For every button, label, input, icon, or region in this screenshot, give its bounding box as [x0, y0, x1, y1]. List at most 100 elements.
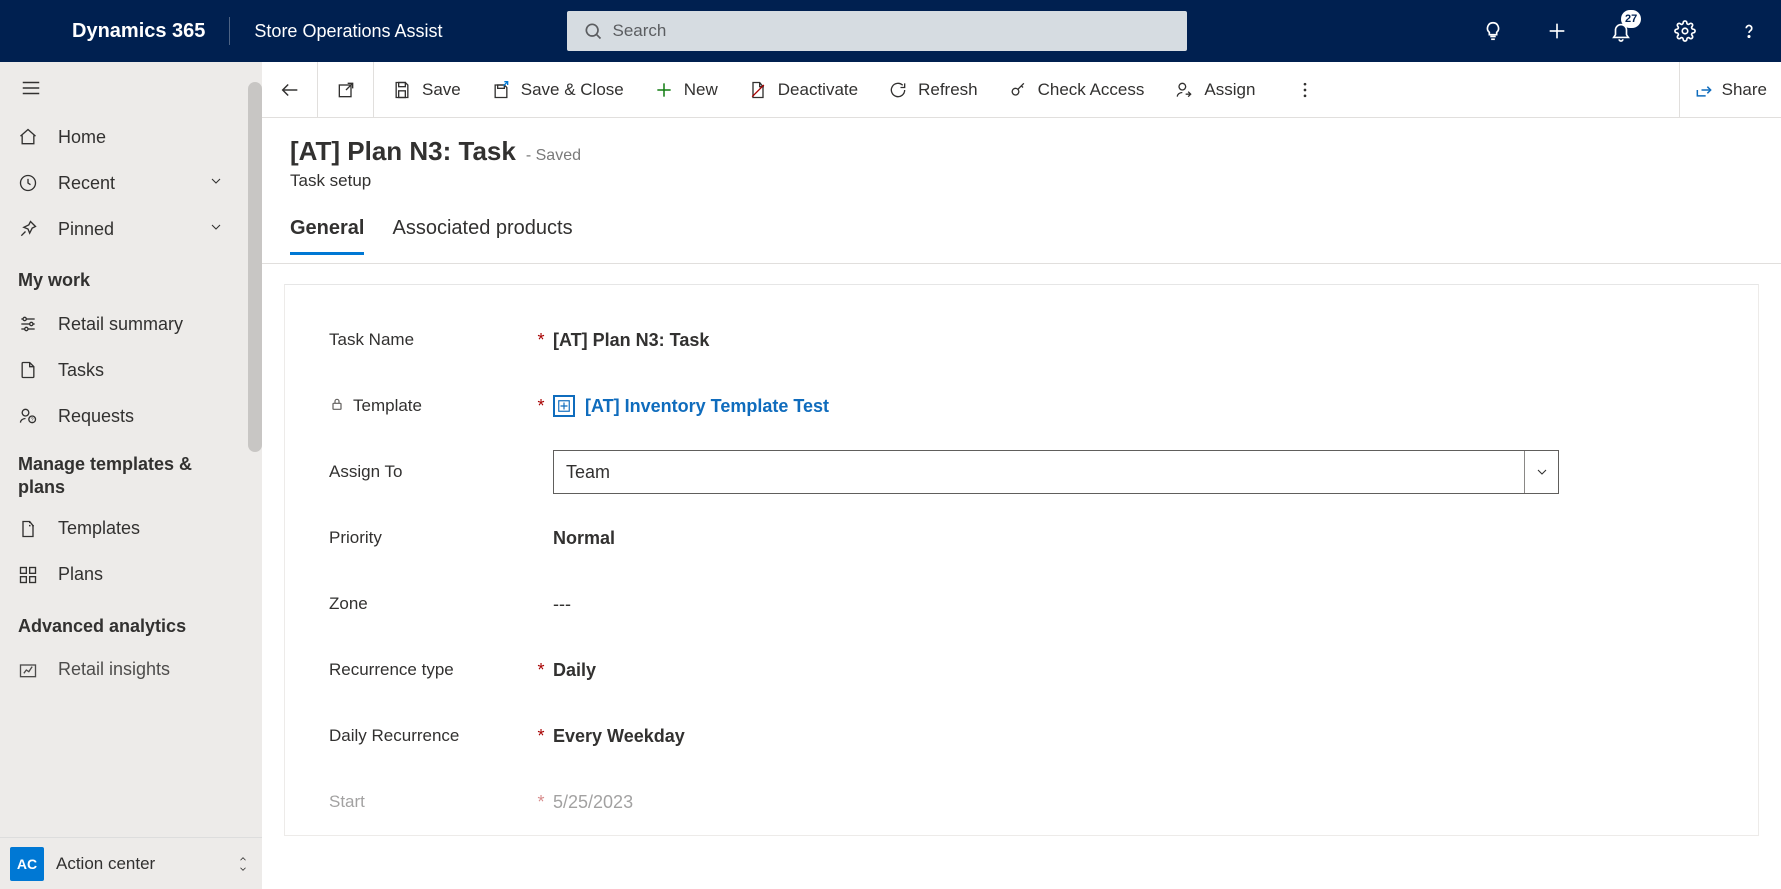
tab-associated-products[interactable]: Associated products: [392, 217, 572, 255]
field-value: Daily: [553, 660, 1738, 681]
form-general: Task Name * [AT] Plan N3: Task Template …: [284, 284, 1759, 836]
chevron-down-icon: [208, 219, 224, 235]
saved-indicator: - Saved: [526, 147, 581, 165]
key-search-icon: [1008, 80, 1028, 100]
field-label: Recurrence type: [329, 660, 454, 680]
sidebar-item-plans[interactable]: Plans: [0, 552, 262, 598]
app-switcher-label: Action center: [56, 854, 224, 874]
assign-to-select[interactable]: Team: [553, 450, 1559, 494]
template-link-label: [AT] Inventory Template Test: [585, 396, 829, 417]
sidebar-item-requests[interactable]: ? Requests: [0, 393, 262, 439]
sidebar-item-home[interactable]: Home: [0, 114, 262, 160]
sidebar-item-label: Templates: [58, 518, 140, 539]
notification-bell-icon[interactable]: 27: [1589, 0, 1653, 62]
tab-general[interactable]: General: [290, 217, 364, 255]
notification-badge: 27: [1621, 10, 1641, 28]
popout-icon: [336, 80, 356, 100]
popout-button[interactable]: [318, 62, 374, 117]
field-start[interactable]: Start * 5/25/2023: [329, 769, 1738, 835]
field-label: Start: [329, 792, 365, 812]
plus-icon: [654, 80, 674, 100]
cmd-label: New: [684, 80, 718, 100]
cmd-label: Share: [1722, 80, 1767, 100]
required-marker: *: [529, 396, 553, 417]
field-label: Template: [353, 396, 422, 416]
sidebar-item-retail-insights[interactable]: Retail insights: [0, 647, 262, 693]
grid-icon: [18, 565, 38, 585]
cmd-label: Refresh: [918, 80, 978, 100]
template-link[interactable]: [AT] Inventory Template Test: [553, 395, 829, 417]
sidebar-item-templates[interactable]: Templates: [0, 506, 262, 552]
check-access-button[interactable]: Check Access: [1008, 80, 1145, 100]
app-switcher-badge: AC: [10, 847, 44, 881]
cmd-label: Check Access: [1038, 80, 1145, 100]
lightbulb-icon[interactable]: [1461, 0, 1525, 62]
field-task-name[interactable]: Task Name * [AT] Plan N3: Task: [329, 307, 1738, 373]
chevron-down-icon: [208, 173, 224, 189]
select-value: Team: [566, 462, 610, 483]
sidebar-item-retail-summary[interactable]: Retail summary: [0, 301, 262, 347]
assign-icon: [1174, 80, 1194, 100]
insights-icon: [18, 660, 38, 680]
page-title: [AT] Plan N3: Task: [290, 136, 516, 167]
sidebar-item-label: Plans: [58, 564, 103, 585]
content-area: Save Save & Close New Deactivate Refresh: [262, 62, 1781, 889]
hamburger-button[interactable]: [0, 62, 262, 114]
sidebar-item-tasks[interactable]: Tasks: [0, 347, 262, 393]
pin-icon: [18, 219, 38, 239]
cmd-label: Deactivate: [778, 80, 858, 100]
field-value: [AT] Plan N3: Task: [553, 330, 1738, 351]
sidebar-item-label: Home: [58, 127, 106, 148]
field-zone[interactable]: Zone ---: [329, 571, 1738, 637]
overflow-menu-button[interactable]: [1285, 80, 1325, 100]
cmd-label: Save: [422, 80, 461, 100]
sidebar-item-label: Retail insights: [58, 659, 170, 680]
arrow-left-icon: [279, 79, 301, 101]
field-recurrence-type[interactable]: Recurrence type * Daily: [329, 637, 1738, 703]
hamburger-icon: [20, 77, 42, 99]
app-switcher[interactable]: AC Action center: [0, 837, 262, 889]
field-priority[interactable]: Priority Normal: [329, 505, 1738, 571]
refresh-button[interactable]: Refresh: [888, 80, 978, 100]
global-header: Dynamics 365 Store Operations Assist Sea…: [0, 0, 1781, 62]
svg-text:?: ?: [31, 417, 34, 423]
required-marker: *: [529, 660, 553, 681]
template-entity-icon: [553, 395, 575, 417]
required-marker: *: [529, 330, 553, 351]
page-subtitle: Task setup: [290, 171, 1753, 191]
back-button[interactable]: [262, 62, 318, 117]
required-marker: *: [529, 792, 553, 813]
home-icon: [18, 127, 38, 147]
global-search[interactable]: Search: [567, 11, 1187, 51]
deactivate-button[interactable]: Deactivate: [748, 80, 858, 100]
field-assign-to[interactable]: Assign To Team: [329, 439, 1738, 505]
field-label: Priority: [329, 528, 382, 548]
share-button[interactable]: Share: [1679, 62, 1781, 117]
command-bar: Save Save & Close New Deactivate Refresh: [262, 62, 1781, 118]
new-button[interactable]: New: [654, 80, 718, 100]
plus-icon[interactable]: [1525, 0, 1589, 62]
app-name-label[interactable]: Store Operations Assist: [230, 0, 466, 62]
field-value: 5/25/2023: [553, 792, 1738, 813]
file-icon: [18, 360, 38, 380]
field-daily-recurrence[interactable]: Daily Recurrence * Every Weekday: [329, 703, 1738, 769]
page-header: [AT] Plan N3: Task - Saved Task setup Ge…: [262, 118, 1781, 264]
sidebar-group-analytics: Advanced analytics: [0, 598, 262, 647]
field-label: Zone: [329, 594, 368, 614]
assign-button[interactable]: Assign: [1174, 80, 1255, 100]
clock-icon: [18, 173, 38, 193]
field-label: Task Name: [329, 330, 414, 350]
sidebar-item-pinned[interactable]: Pinned: [0, 206, 262, 252]
sidebar-item-recent[interactable]: Recent: [0, 160, 262, 206]
lock-icon: [329, 396, 345, 417]
field-value: Every Weekday: [553, 726, 1738, 747]
sliders-icon: [18, 314, 38, 334]
brand[interactable]: Dynamics 365: [0, 0, 229, 62]
save-button[interactable]: Save: [392, 80, 461, 100]
gear-icon[interactable]: [1653, 0, 1717, 62]
save-and-close-button[interactable]: Save & Close: [491, 80, 624, 100]
cmd-label: Assign: [1204, 80, 1255, 100]
help-icon[interactable]: [1717, 0, 1781, 62]
search-placeholder: Search: [613, 21, 667, 41]
field-template[interactable]: Template * [AT] Inventory Template Test: [329, 373, 1738, 439]
